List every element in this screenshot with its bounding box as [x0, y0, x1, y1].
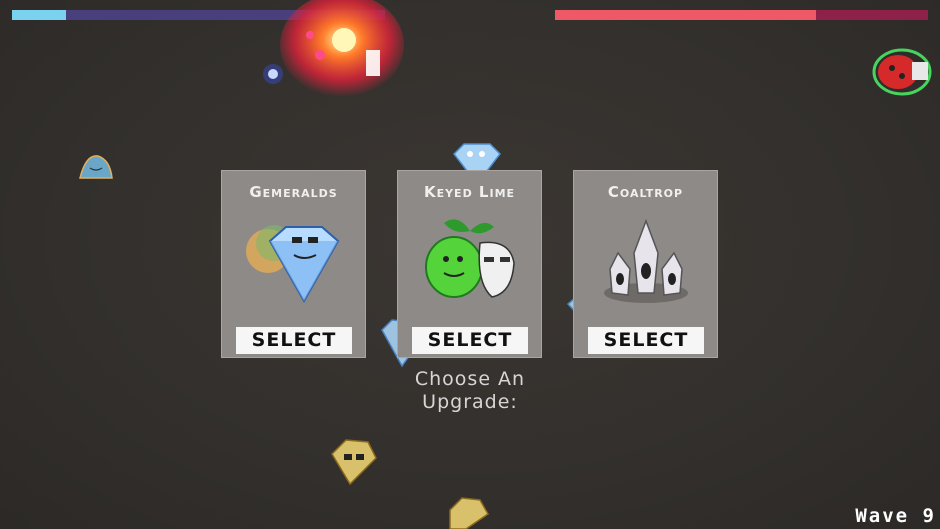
slime-enemy [79, 155, 113, 179]
golden-gem-enemy [449, 497, 489, 529]
upgrade-card-coaltrop: Coaltrop SELECT [573, 170, 718, 358]
upgrade-prompt-line: Upgrade: [422, 391, 518, 413]
keyed-lime-icon [425, 219, 515, 298]
coaltrop-icon [604, 218, 688, 303]
xp-bar-fill [12, 10, 67, 20]
upgrade-card-gemeralds: Gemeralds SELECT [221, 170, 366, 358]
select-coaltrop-button[interactable]: SELECT [588, 327, 704, 354]
upgrade-title: Keyed Lime [423, 183, 516, 201]
select-keyed-lime-button[interactable]: SELECT [412, 327, 528, 354]
upgrade-title: Coaltrop [607, 183, 684, 201]
upgrade-prompt: Choose An Upgrade: [370, 368, 570, 414]
health-bar-fill [555, 10, 817, 20]
wave-counter: Wave 9 [855, 505, 936, 527]
golden-gem-enemy [331, 439, 377, 486]
ladybug-enemy [872, 48, 932, 96]
gemerald-icon [246, 225, 340, 304]
select-gemeralds-button[interactable]: SELECT [236, 327, 352, 354]
blue-orb-projectile [263, 64, 283, 84]
explosion-sprite [280, 0, 404, 97]
health-bar [555, 10, 928, 20]
upgrade-prompt-line: Choose An [414, 368, 526, 390]
upgrade-card-keyed-lime: Keyed Lime SELECT [397, 170, 542, 358]
upgrade-title: Gemeralds [249, 183, 338, 201]
